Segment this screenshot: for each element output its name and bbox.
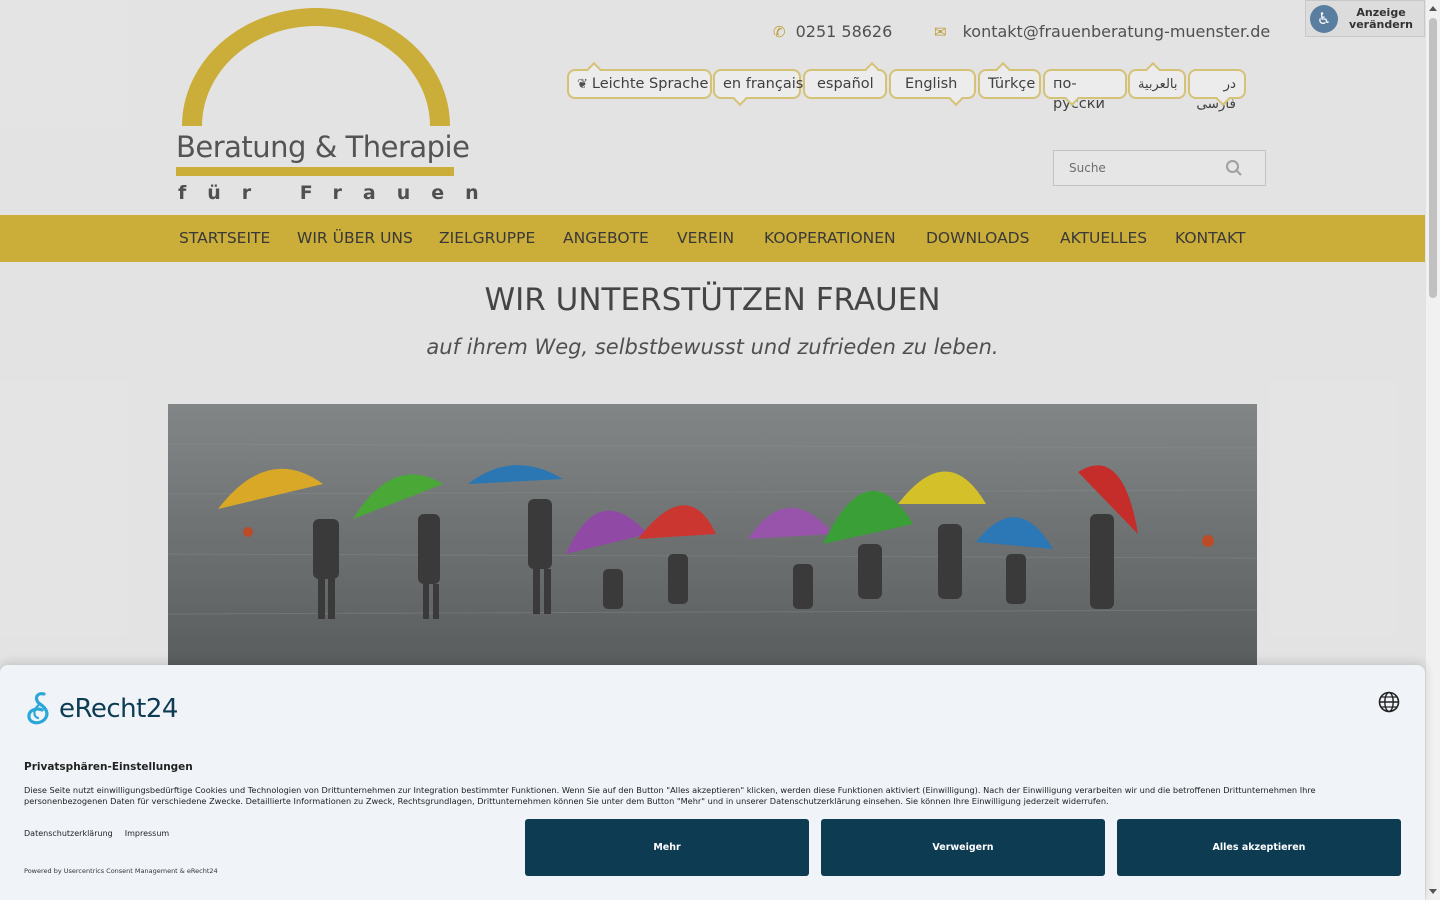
search-input[interactable] <box>1054 151 1224 185</box>
erecht24-logo: eRecht24 <box>24 690 178 728</box>
logo-bar <box>176 167 454 176</box>
search-box <box>1053 150 1266 186</box>
hero-title: WIR UNTERSTÜTZEN FRAUEN <box>484 282 941 318</box>
nav-item-kooperationen[interactable]: KOOPERATIONEN <box>764 229 896 247</box>
lang-french[interactable]: en français <box>713 69 803 107</box>
nav-item-angebote[interactable]: ANGEBOTE <box>563 229 649 247</box>
lang-farsi[interactable]: در فارسی <box>1188 69 1246 112</box>
scroll-up-icon[interactable] <box>1429 6 1437 11</box>
scroll-down-icon[interactable] <box>1429 889 1437 894</box>
consent-text: Diese Seite nutzt einwilligungsbedürftig… <box>24 785 1316 806</box>
logo-subtitle: für Frauen <box>178 182 500 204</box>
consent-title: Privatsphären-Einstellungen <box>24 761 193 773</box>
hero-photo-umbrellas <box>168 404 1257 674</box>
accept-all-button[interactable]: Alles akzeptieren <box>1117 819 1401 876</box>
accessibility-widget[interactable]: ♿ Anzeige verändern <box>1305 0 1425 37</box>
hero-subtitle: auf ihrem Weg, selbstbewusst und zufried… <box>426 335 999 359</box>
nav-item-startseite[interactable]: STARTSEITE <box>179 229 270 247</box>
lang-russian[interactable]: по-русски <box>1043 69 1127 112</box>
consent-banner: eRecht24 Privatsphären-Einstellungen Die… <box>0 665 1425 900</box>
lang-english[interactable]: English <box>889 69 976 107</box>
imprint-link[interactable]: Impressum <box>125 829 169 838</box>
logo-arch-graphic <box>182 8 450 126</box>
nav-item-downloads[interactable]: DOWNLOADS <box>926 229 1029 247</box>
search-icon[interactable] <box>1225 159 1243 177</box>
logo-title: Beratung & Therapie <box>176 130 470 164</box>
globe-icon[interactable] <box>1378 691 1400 713</box>
erecht24-mark-icon <box>27 692 49 725</box>
nav-item-wir-ueber-uns[interactable]: WIR ÜBER UNS <box>297 229 413 247</box>
consent-links: Datenschutzerklärung Impressum <box>24 829 169 838</box>
nav-item-verein[interactable]: VEREIN <box>677 229 734 247</box>
email-contact[interactable]: ✉ kontakt@frauenberatung-muenster.de <box>934 22 1270 41</box>
nav-item-zielgruppe[interactable]: ZIELGRUPPE <box>439 229 535 247</box>
lang-turkish[interactable]: Türkçe <box>978 61 1041 99</box>
leaf-icon: ❦ <box>577 76 588 92</box>
phone-contact[interactable]: ✆ 0251 58626 <box>773 22 892 41</box>
email-address: kontakt@frauenberatung-muenster.de <box>962 22 1271 41</box>
envelope-icon: ✉ <box>934 22 947 41</box>
accessibility-icon: ♿ <box>1310 4 1338 33</box>
scrollbar-thumb[interactable] <box>1429 18 1437 298</box>
phone-icon: ✆ <box>773 22 786 41</box>
privacy-policy-link[interactable]: Datenschutzerklärung <box>24 829 113 838</box>
lang-spanish[interactable]: español <box>803 61 887 99</box>
main-nav: STARTSEITE WIR ÜBER UNS ZIELGRUPPE ANGEB… <box>0 215 1425 262</box>
accessibility-label: Anzeige verändern <box>1349 5 1413 31</box>
lang-arabic[interactable]: بالعربية <box>1128 61 1186 99</box>
nav-item-kontakt[interactable]: KONTAKT <box>1175 229 1245 247</box>
phone-number: 0251 58626 <box>795 22 893 41</box>
powered-by: Powered by Usercentrics Consent Manageme… <box>24 867 218 875</box>
erecht24-brand: eRecht24 <box>59 694 178 724</box>
page-scrollbar[interactable] <box>1425 0 1440 900</box>
nav-item-aktuelles[interactable]: AKTUELLES <box>1060 229 1147 247</box>
lang-leichte-sprache[interactable]: ❦ Leichte Sprache <box>567 61 712 99</box>
deny-button[interactable]: Verweigern <box>821 819 1105 876</box>
more-button[interactable]: Mehr <box>525 819 809 876</box>
site-logo[interactable]: Beratung & Therapie für Frauen <box>174 6 479 206</box>
